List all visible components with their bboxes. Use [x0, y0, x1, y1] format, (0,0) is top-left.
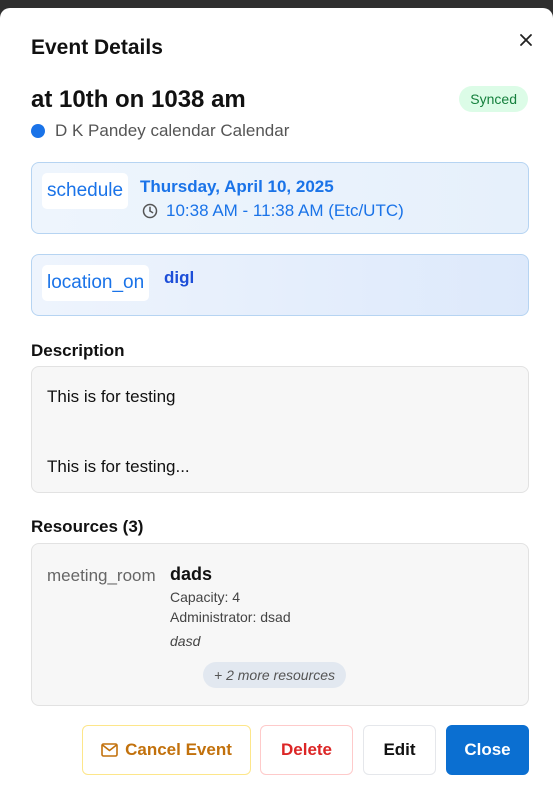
- window-top-bar: [0, 0, 553, 8]
- description-label: Description: [31, 341, 125, 360]
- description-box: This is for testing This is for testing.…: [31, 366, 529, 493]
- resource-administrator: Administrator: dsad: [170, 609, 291, 625]
- delete-button[interactable]: Delete: [260, 725, 353, 775]
- event-date: Thursday, April 10, 2025: [140, 177, 334, 196]
- cancel-event-label: Cancel Event: [125, 740, 232, 759]
- location-name: digl: [164, 268, 195, 287]
- status-badge: Synced: [459, 86, 528, 112]
- more-resources-badge[interactable]: + 2 more resources: [203, 662, 346, 688]
- event-title: at 10th on 1038 am: [31, 86, 246, 113]
- dialog-title: Event Details: [31, 36, 163, 59]
- clock-icon: [142, 203, 158, 219]
- description-text-line: This is for testing: [47, 387, 176, 406]
- resources-box: meeting_room dads Capacity: 4 Administra…: [31, 543, 529, 706]
- calendar-color-dot: [31, 124, 45, 138]
- edit-button[interactable]: Edit: [363, 725, 436, 775]
- calendar-info: D K Pandey calendar Calendar: [31, 121, 289, 141]
- description-text-line: This is for testing...: [47, 457, 190, 476]
- schedule-icon: schedule: [42, 173, 129, 209]
- cancel-event-button[interactable]: Cancel Event: [82, 725, 251, 775]
- schedule-card: schedule Thursday, April 10, 2025 10:38 …: [31, 162, 529, 234]
- location-card: location_on digl: [31, 254, 529, 316]
- mail-icon: [101, 743, 118, 757]
- location-icon: location_on: [42, 265, 150, 301]
- meeting-room-icon: meeting_room: [47, 566, 156, 585]
- event-time: 10:38 AM - 11:38 AM (Etc/UTC): [142, 201, 404, 221]
- resources-label: Resources (3): [31, 517, 144, 536]
- close-icon[interactable]: [516, 30, 536, 50]
- close-button[interactable]: Close: [446, 725, 529, 775]
- resource-note: dasd: [170, 633, 201, 649]
- resource-capacity: Capacity: 4: [170, 589, 241, 605]
- calendar-name: D K Pandey calendar Calendar: [55, 121, 290, 140]
- resource-name: dads: [170, 564, 213, 584]
- event-details-dialog: Event Details at 10th on 1038 am Synced …: [0, 8, 553, 803]
- event-time-range: 10:38 AM - 11:38 AM (Etc/UTC): [166, 201, 404, 220]
